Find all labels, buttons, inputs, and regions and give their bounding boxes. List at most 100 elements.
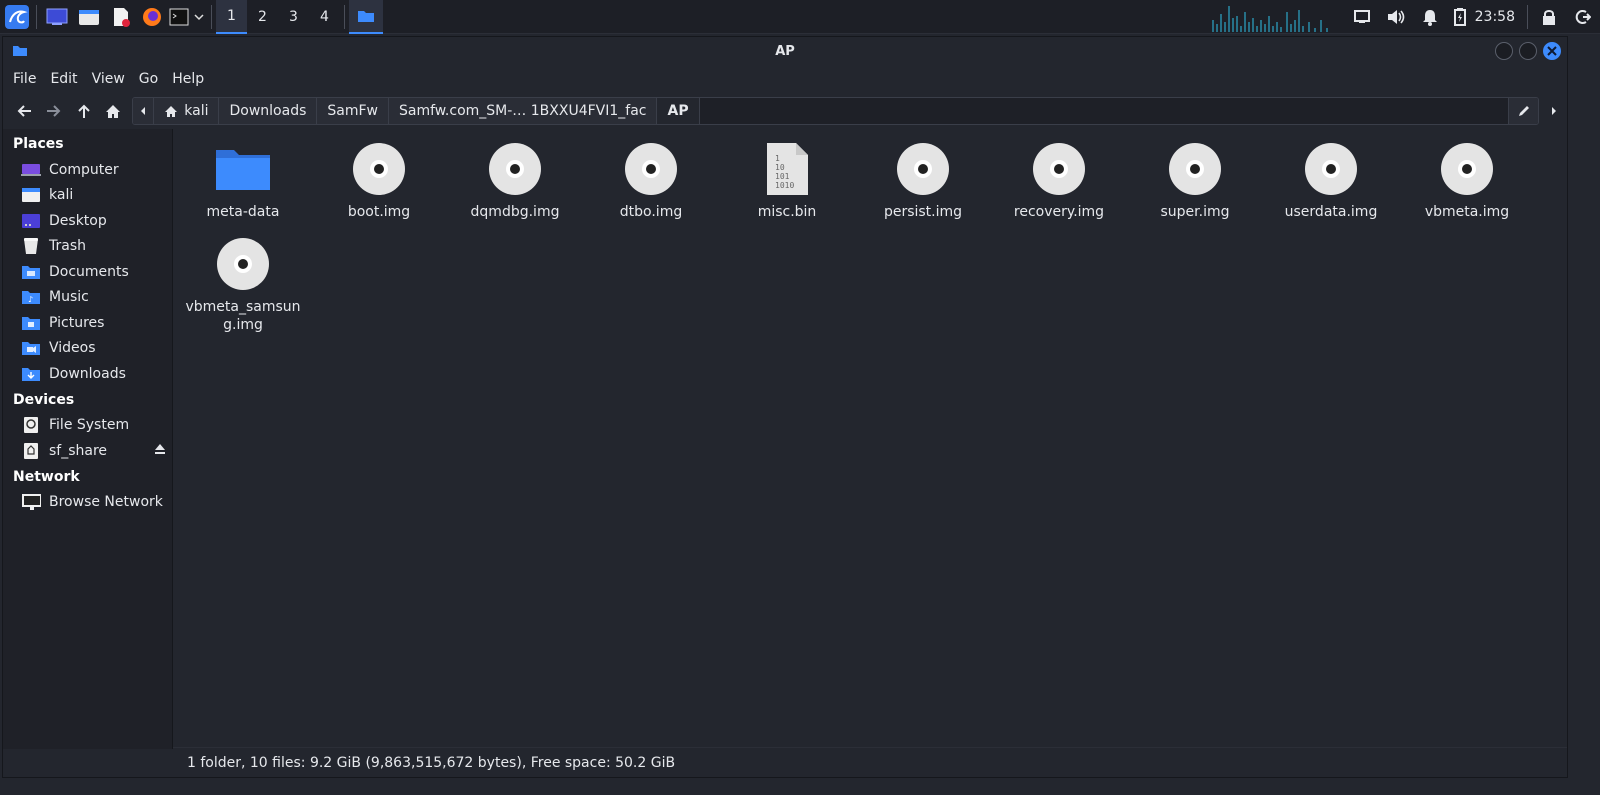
sidebar-item-label: Trash (49, 238, 86, 255)
minimize-button[interactable] (1495, 42, 1513, 60)
home-folder-icon (21, 185, 41, 205)
sidebar-item-documents[interactable]: Documents (3, 259, 172, 285)
window-titlebar[interactable]: AP (3, 37, 1567, 65)
home-button[interactable] (98, 96, 128, 126)
path-bar-empty-area[interactable] (700, 98, 1509, 124)
videos-folder-icon (21, 338, 41, 358)
menu-help[interactable]: Help (165, 71, 211, 87)
menu-file[interactable]: File (6, 71, 43, 87)
eject-icon (155, 444, 165, 454)
terminal-icon (169, 8, 189, 25)
sidebar-item-browse-network[interactable]: Browse Network (3, 490, 172, 516)
sidebar-item-label: Pictures (49, 314, 105, 331)
crumb-firmware-folder[interactable]: Samfw.com_SM-… 1BXXU4FVI1_fac (388, 98, 658, 124)
file-name: recovery.img (1013, 204, 1105, 220)
sidebar-item-label: Documents (49, 263, 129, 280)
disc-image-icon (1437, 139, 1497, 199)
sidebar-item-videos[interactable]: Videos (3, 336, 172, 362)
svg-text:10: 10 (775, 163, 785, 172)
folder-icon (213, 139, 273, 199)
workspace-1[interactable]: 1 (216, 0, 247, 34)
sidebar-item-label: Music (49, 289, 89, 306)
close-button[interactable] (1543, 42, 1561, 60)
crumb-downloads[interactable]: Downloads (219, 98, 318, 124)
eject-button[interactable] (154, 443, 166, 459)
text-editor-launcher[interactable] (105, 0, 137, 34)
sidebar-item-desktop[interactable]: Desktop (3, 208, 172, 234)
firefox-launcher[interactable] (137, 0, 167, 34)
trash-icon (21, 236, 41, 256)
menu-view[interactable]: View (85, 71, 132, 87)
workspace-3[interactable]: 3 (278, 0, 309, 34)
sidebar-item-pictures[interactable]: Pictures (3, 310, 172, 336)
battery-button[interactable] (1447, 0, 1473, 34)
file-item[interactable]: meta-data (175, 139, 311, 221)
window-title: AP (775, 43, 795, 59)
file-manager-icon (79, 9, 99, 25)
arrow-right-icon (46, 105, 61, 117)
sidebar-item-kali[interactable]: kali (3, 183, 172, 209)
forward-button[interactable] (39, 96, 69, 126)
sidebar-item-label: Videos (49, 340, 96, 357)
workspace-4[interactable]: 4 (309, 0, 340, 34)
file-item[interactable]: 1 10 101 1010 misc.bin (719, 139, 855, 221)
path-scroll-left-button[interactable] (133, 98, 155, 124)
maximize-button[interactable] (1519, 42, 1537, 60)
panel-clock[interactable]: 23:58 (1473, 9, 1523, 25)
file-item[interactable]: dtbo.img (583, 139, 719, 221)
display-button[interactable] (1345, 0, 1379, 34)
workspace-2[interactable]: 2 (247, 0, 278, 34)
launcher-dropdown-button[interactable] (191, 0, 207, 34)
file-name: boot.img (347, 204, 411, 220)
svg-text:1: 1 (775, 154, 780, 163)
logout-button[interactable] (1566, 0, 1600, 34)
parent-folder-button[interactable] (69, 96, 99, 126)
menu-go[interactable]: Go (132, 71, 165, 87)
file-manager-launcher[interactable] (73, 0, 105, 34)
svg-text:1010: 1010 (775, 181, 794, 190)
documents-folder-icon (21, 262, 41, 282)
notifications-button[interactable] (1413, 0, 1447, 34)
file-item[interactable]: boot.img (311, 139, 447, 221)
edit-location-button[interactable] (1508, 98, 1539, 124)
file-view[interactable]: meta-data boot.img dqmdbg.img dtbo.img 1… (173, 129, 1567, 749)
terminal-launcher[interactable] (167, 0, 191, 34)
sidebar-item-music[interactable]: ♪ Music (3, 285, 172, 311)
sidebar-item-trash[interactable]: Trash (3, 234, 172, 260)
disc-image-icon (1029, 139, 1089, 199)
sidebar-item-sf-share[interactable]: sf_share (3, 438, 172, 464)
file-item[interactable]: vbmeta_samsung.img (175, 234, 311, 334)
back-button[interactable] (9, 96, 39, 126)
file-item[interactable]: super.img (1127, 139, 1263, 221)
crumb-samfw[interactable]: SamFw (317, 98, 389, 124)
file-item[interactable]: vbmeta.img (1399, 139, 1535, 221)
kali-menu-button[interactable] (2, 0, 32, 34)
show-desktop-button[interactable] (41, 0, 73, 34)
lock-screen-button[interactable] (1532, 0, 1566, 34)
kali-dragon-icon (5, 4, 29, 29)
file-item[interactable]: recovery.img (991, 139, 1127, 221)
crumb-kali[interactable]: kali (154, 98, 220, 124)
menu-edit[interactable]: Edit (43, 71, 84, 87)
home-icon (106, 104, 121, 118)
chevron-left-icon (141, 107, 146, 115)
sidebar-item-downloads[interactable]: Downloads (3, 361, 172, 387)
path-scroll-right-button[interactable] (1541, 106, 1567, 116)
sidebar-item-computer[interactable]: Computer (3, 157, 172, 183)
file-item[interactable]: persist.img (855, 139, 991, 221)
taskbar-file-manager-window[interactable] (349, 0, 383, 34)
firefox-icon (143, 7, 161, 26)
sidebar-item-file-system[interactable]: File System (3, 413, 172, 439)
window-body: Places Computer kali Desktop Trash Docum… (3, 129, 1567, 749)
panel-separator (36, 4, 37, 29)
network-monitor-graph (1212, 6, 1328, 32)
file-name: super.img (1160, 204, 1230, 220)
crumb-ap[interactable]: AP (657, 98, 700, 124)
file-item[interactable]: dqmdbg.img (447, 139, 583, 221)
file-name: dqmdbg.img (470, 204, 560, 220)
sidebar-item-label: kali (49, 187, 74, 204)
volume-button[interactable] (1379, 0, 1413, 34)
path-bar: kali Downloads SamFw Samfw.com_SM-… 1BXX… (132, 97, 1540, 125)
file-item[interactable]: userdata.img (1263, 139, 1399, 221)
disc-image-icon (621, 139, 681, 199)
